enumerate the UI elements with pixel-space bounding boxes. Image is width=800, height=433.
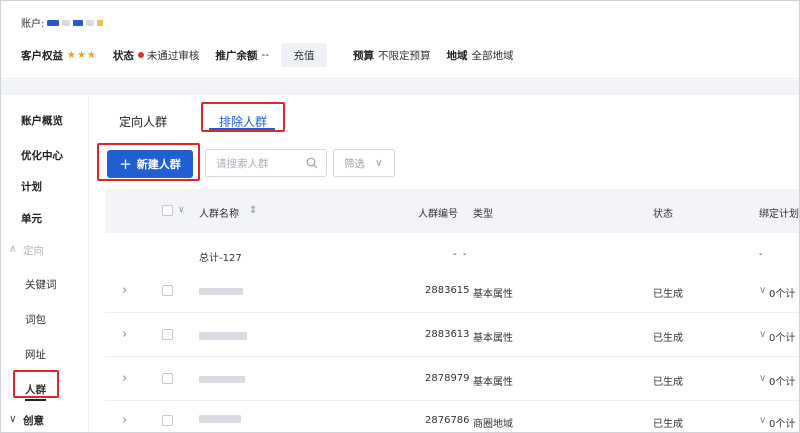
audience-name-masked <box>199 376 245 383</box>
audience-type: 基本属性 <box>473 377 513 388</box>
audience-name-masked <box>199 332 247 340</box>
region-value: 全部地域 <box>471 49 514 62</box>
account-name-masked <box>97 19 104 26</box>
table-row[interactable]: › 2876786 商圈地域 已生成 ∨ 0个计 <box>105 401 799 432</box>
audience-type: 商圈地域 <box>473 419 513 430</box>
sidebar-item-creative[interactable]: 创意 <box>23 413 44 428</box>
account-name-masked <box>62 19 71 26</box>
expand-row-icon[interactable]: › <box>122 283 127 298</box>
tab-targeted-audience[interactable]: 定向人群 <box>119 113 167 130</box>
column-header-type: 类型 <box>473 209 493 220</box>
account-info: 账户: <box>21 15 104 30</box>
audience-type: 基本属性 <box>473 289 513 300</box>
sidebar-item-optimization[interactable]: 优化中心 <box>21 148 63 163</box>
row-checkbox[interactable] <box>162 373 173 384</box>
bound-plan-count[interactable]: 0个计 <box>769 415 795 430</box>
table-row[interactable]: › 2883615 基本属性 已生成 ∨ 0个计 <box>105 269 799 313</box>
column-header-name[interactable]: 人群名称 <box>199 205 239 220</box>
region-label: 地域 <box>446 49 468 62</box>
budget-value: 不限定预算 <box>377 49 431 62</box>
rights-stars-icon: ★★★ <box>67 49 97 61</box>
tab-highlight <box>201 102 285 132</box>
audience-status: 已生成 <box>653 289 683 300</box>
search-placeholder: 请搜索人群 <box>216 157 269 170</box>
bound-plan-count[interactable]: 0个计 <box>769 373 795 388</box>
sidebar-item-overview[interactable]: 账户概览 <box>21 113 63 128</box>
sidebar-item-keywords[interactable]: 关键词 <box>25 277 57 292</box>
status-label: 状态 <box>112 49 134 62</box>
expand-icon[interactable]: ∨ <box>9 413 17 425</box>
status-dot-icon <box>137 52 144 58</box>
row-checkbox[interactable] <box>162 415 173 426</box>
bound-plan-count[interactable]: 0个计 <box>769 329 795 344</box>
sidebar-item-plan[interactable]: 计划 <box>21 179 42 194</box>
audience-highlight <box>13 370 59 398</box>
account-meta: 客户权益 ★★★ 状态 未通过审核 推广余额 -- 充值 预算 不限定预算 地域… <box>21 41 513 69</box>
audience-search-input[interactable]: 请搜索人群 <box>205 149 327 177</box>
plan-chevron-icon[interactable]: ∨ <box>759 329 766 340</box>
expand-row-icon[interactable]: › <box>122 327 127 342</box>
collapse-icon[interactable]: ∧ <box>9 243 17 255</box>
expand-row-icon[interactable]: › <box>122 413 127 428</box>
audience-status: 已生成 <box>653 419 683 430</box>
column-header-plan: 绑定计划 <box>759 209 799 220</box>
plan-chevron-icon[interactable]: ∨ <box>759 415 766 426</box>
account-name-masked <box>73 19 84 26</box>
header-divider <box>1 80 799 95</box>
balance-value: -- <box>261 49 269 61</box>
sidebar-item-unit[interactable]: 单元 <box>21 211 42 226</box>
audience-name-masked <box>199 415 241 423</box>
table-row[interactable]: › 2883613 基本属性 已生成 ∨ 0个计 <box>105 313 799 357</box>
summary-plan: - <box>759 249 763 260</box>
audience-id: 2876786 <box>425 415 470 426</box>
filter-label: 筛选 <box>344 157 365 170</box>
audience-type: 基本属性 <box>473 333 513 344</box>
column-header-status: 状态 <box>653 209 673 220</box>
table-header: ∨ 人群名称 ⇕ 人群编号 类型 状态 绑定计划 <box>105 189 799 233</box>
sort-icon[interactable]: ⇕ <box>249 205 257 216</box>
plan-chevron-icon[interactable]: ∨ <box>759 285 766 296</box>
select-menu-chevron-icon[interactable]: ∨ <box>178 205 185 215</box>
audience-name-masked <box>199 288 243 295</box>
status-value: 未通过审核 <box>146 49 200 62</box>
summary-type: - <box>463 249 467 260</box>
audience-id: 2883613 <box>425 329 470 340</box>
audience-status: 已生成 <box>653 333 683 344</box>
filter-dropdown[interactable]: 筛选 ∨ <box>333 149 395 177</box>
row-checkbox[interactable] <box>162 285 173 296</box>
summary-id: - <box>453 249 457 260</box>
audience-id: 2878979 <box>425 373 470 384</box>
sidebar-nav: 账户概览 优化中心 计划 单元 ∧ 定向 关键词 词包 网址 人群 ∨ 创意 <box>1 95 89 432</box>
app-frame: 账户: 客户权益 ★★★ 状态 未通过审核 推广余额 -- 充值 预算 不限定预… <box>0 0 800 433</box>
column-header-id: 人群编号 <box>418 209 458 220</box>
summary-total: 总计-127 <box>199 253 242 264</box>
sidebar-item-url[interactable]: 网址 <box>25 347 46 362</box>
select-all-checkbox[interactable] <box>162 205 173 216</box>
recharge-button[interactable]: 充值 <box>280 43 327 67</box>
account-name-masked <box>47 19 60 26</box>
audience-status: 已生成 <box>653 377 683 388</box>
audience-id: 2883615 <box>425 285 470 296</box>
sidebar-item-wordpack[interactable]: 词包 <box>25 312 46 327</box>
bound-plan-count[interactable]: 0个计 <box>769 285 795 300</box>
account-header: 账户: 客户权益 ★★★ 状态 未通过审核 推广余额 -- 充值 预算 不限定预… <box>1 1 799 79</box>
budget-label: 预算 <box>352 49 374 62</box>
chevron-down-icon: ∨ <box>375 157 383 169</box>
balance-label: 推广余额 <box>215 49 258 62</box>
sidebar-item-targeting[interactable]: 定向 <box>23 243 44 258</box>
table-row[interactable]: › 2878979 基本属性 已生成 ∨ 0个计 <box>105 357 799 401</box>
rights-label: 客户权益 <box>21 49 63 62</box>
row-checkbox[interactable] <box>162 329 173 340</box>
plan-chevron-icon[interactable]: ∨ <box>759 373 766 384</box>
expand-row-icon[interactable]: › <box>122 371 127 386</box>
new-button-highlight <box>97 143 200 181</box>
account-label: 账户: <box>21 19 45 30</box>
account-name-masked <box>86 19 95 26</box>
search-icon[interactable] <box>306 157 318 172</box>
